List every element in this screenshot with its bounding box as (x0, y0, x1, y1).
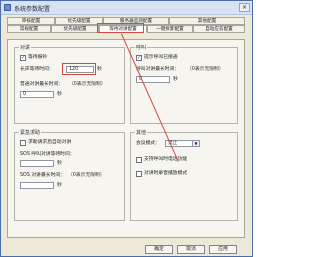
sos-max-unit: 秒 (57, 183, 62, 188)
wait-enable-checkbox[interactable] (20, 55, 26, 61)
ring-group: 呼叫 提示呼叫已接通 呼叫对讲最长时间： （0表示无限制） 0 秒 (130, 44, 238, 124)
title-bar: 系统参数配置 × (1, 1, 252, 15)
ring-max-label: 呼叫对讲最长时间： (136, 67, 180, 72)
cancel-button[interactable]: 取消 (177, 245, 205, 254)
highlight-tab-box (97, 23, 144, 33)
emergency-request-label: 求助请求后自动对讲 (28, 140, 72, 145)
others-group-title: 其他 (135, 129, 148, 136)
tab-other[interactable]: 其他配置 (169, 17, 245, 25)
app-icon (4, 4, 11, 11)
emergency-group: 紧急求助 求助请求后自动对讲 SOS 呼叫对讲等待时间： 秒 SOS 对讲最长时… (14, 129, 125, 221)
sos-max-hint: （0表示无限制） (68, 173, 105, 178)
wait-enable-label: 等待振铃 (28, 55, 48, 60)
normal-talk-unit: 秒 (57, 92, 62, 97)
conference-mode-label: 会议模式： (136, 141, 160, 146)
ring-enable-label: 提示呼叫已接通 (144, 55, 178, 60)
ring-max-hint: （0表示无限制） (187, 67, 224, 72)
ring-enable-checkbox[interactable] (136, 55, 142, 61)
sos-wait-unit: 秒 (57, 161, 62, 166)
tab-priority[interactable]: 优先级配置 (51, 25, 99, 33)
normal-talk-label: 普通对讲最长时间： (20, 82, 64, 87)
apply-button[interactable]: 应用 (209, 245, 237, 254)
emergency-group-title: 紧急求助 (19, 129, 42, 136)
highlight-input-box (62, 63, 96, 75)
ring-group-title: 呼叫 (135, 44, 148, 51)
sos-max-input[interactable] (20, 182, 54, 189)
dialog-window: 系统参数配置 × 审核配置 优先级配置 服务器监测配置 其他配置 常规配置 优先… (0, 0, 253, 257)
window-title: 系统参数配置 (14, 6, 51, 13)
phone-function-checkbox[interactable] (136, 157, 142, 163)
tab-priority-top[interactable]: 优先级配置 (55, 17, 103, 25)
recording-mode-label: 对讲时录音播放模式 (144, 171, 188, 176)
wait-time-unit: 秒 (97, 67, 102, 72)
normal-talk-input[interactable]: 0 (20, 91, 54, 98)
close-button[interactable]: × (239, 3, 250, 12)
settings-panel: 对讲 等待振铃 长声等待时间： 120 秒 普通对讲最长时间： （0表示无限制）… (7, 39, 245, 238)
others-group: 其他 会议模式： 禁止 ▼ 支持呼叫时电话功能 对讲时录音播放模式 (130, 129, 238, 221)
sos-max-label: SOS 对讲最长时间： (20, 173, 65, 178)
chevron-down-icon[interactable]: ▼ (192, 141, 199, 146)
talk-group-title: 对讲 (19, 44, 32, 51)
ok-button[interactable]: 确定 (145, 245, 173, 254)
sos-wait-label: SOS 呼叫对讲等待时间： (20, 152, 75, 157)
sos-wait-input[interactable] (20, 160, 54, 167)
tab-general[interactable]: 常规配置 (7, 25, 51, 33)
tab-audit[interactable]: 审核配置 (7, 17, 55, 25)
recording-mode-checkbox[interactable] (136, 171, 142, 177)
emergency-request-checkbox[interactable] (20, 140, 26, 146)
phone-function-label: 支持呼叫时电话功能 (144, 157, 188, 162)
normal-talk-hint: （0表示无限制） (69, 82, 106, 87)
wait-time-label: 长声等待时间： (20, 67, 54, 72)
ring-max-unit: 秒 (173, 77, 178, 82)
talk-group: 对讲 等待振铃 长声等待时间： 120 秒 普通对讲最长时间： （0表示无限制）… (14, 44, 125, 124)
tab-onekey-detach[interactable]: 一键拆卸配置 (147, 25, 193, 33)
tab-auto-answer[interactable]: 自动应答配置 (193, 25, 245, 33)
